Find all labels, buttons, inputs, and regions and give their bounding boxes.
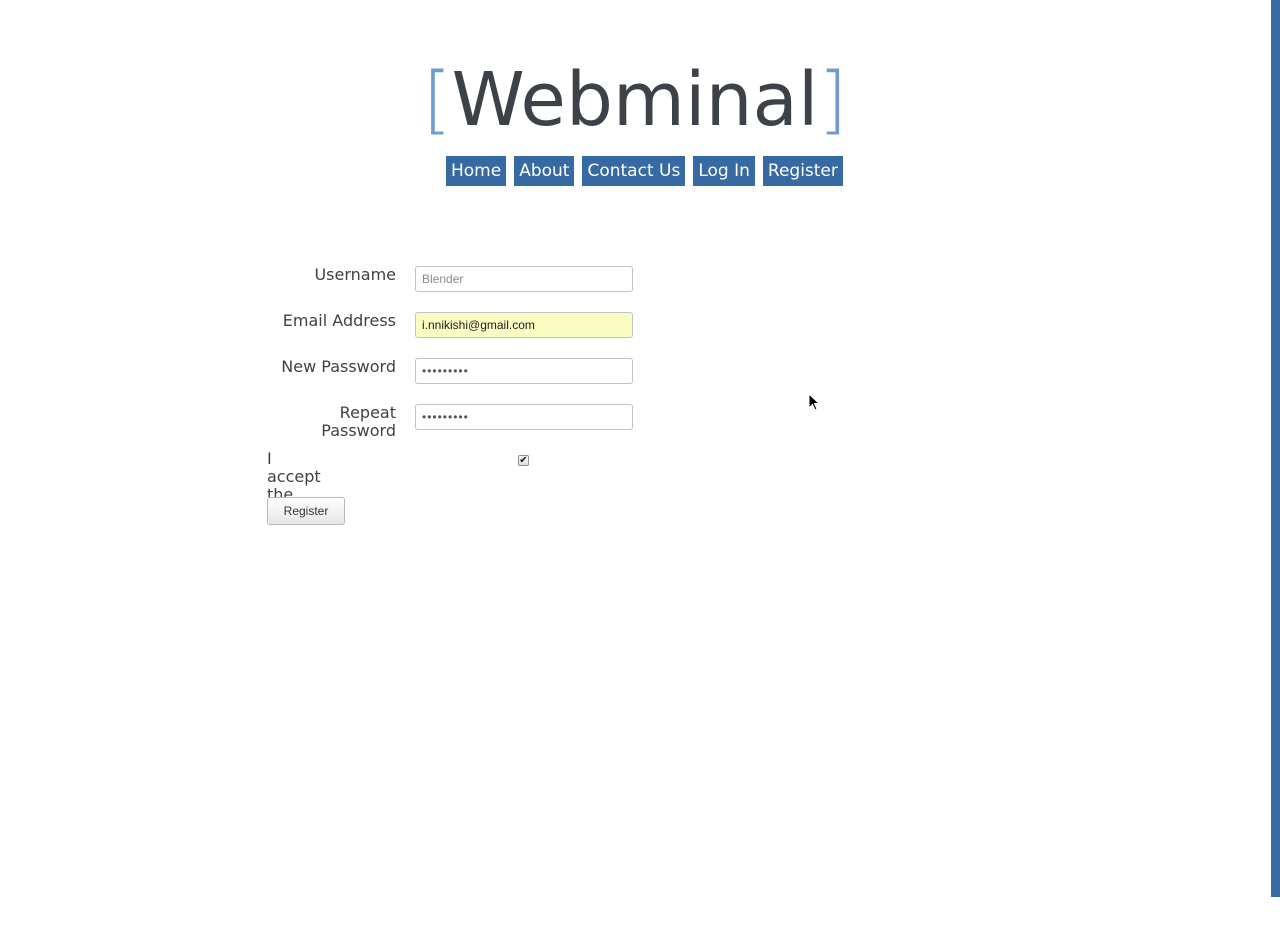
repeat-password-field[interactable] bbox=[415, 404, 633, 430]
main-nav: Home About Contact Us Log In Register bbox=[446, 156, 843, 186]
repeat-password-label: Repeat Password bbox=[196, 404, 396, 440]
scrollbar[interactable] bbox=[1271, 0, 1280, 897]
register-button[interactable]: Register bbox=[267, 497, 345, 525]
logo-open-bracket: [ bbox=[422, 57, 452, 143]
username-field[interactable] bbox=[415, 266, 633, 292]
nav-log-in[interactable]: Log In bbox=[693, 156, 755, 186]
page: [Webminal] Home About Contact Us Log In … bbox=[0, 0, 1280, 937]
nav-about[interactable]: About bbox=[514, 156, 575, 186]
nav-contact-us[interactable]: Contact Us bbox=[582, 156, 686, 186]
username-label: Username bbox=[314, 265, 396, 284]
new-password-field[interactable] bbox=[415, 358, 633, 384]
email-label: Email Address bbox=[282, 311, 396, 330]
tos-checkbox[interactable]: ✔ bbox=[518, 455, 529, 466]
nav-register[interactable]: Register bbox=[762, 156, 843, 186]
email-field[interactable] bbox=[415, 312, 633, 338]
repeat-password-label-line1: Repeat bbox=[339, 403, 396, 422]
checkmark-icon: ✔ bbox=[519, 455, 528, 466]
mouse-pointer-icon bbox=[808, 393, 820, 411]
repeat-password-label-line2: Password bbox=[321, 421, 396, 440]
site-logo[interactable]: [Webminal] bbox=[0, 52, 1270, 148]
new-password-label: New Password bbox=[281, 357, 396, 376]
logo-text: Webminal bbox=[451, 57, 819, 143]
logo-close-bracket: ] bbox=[818, 57, 848, 143]
nav-home[interactable]: Home bbox=[446, 156, 507, 186]
